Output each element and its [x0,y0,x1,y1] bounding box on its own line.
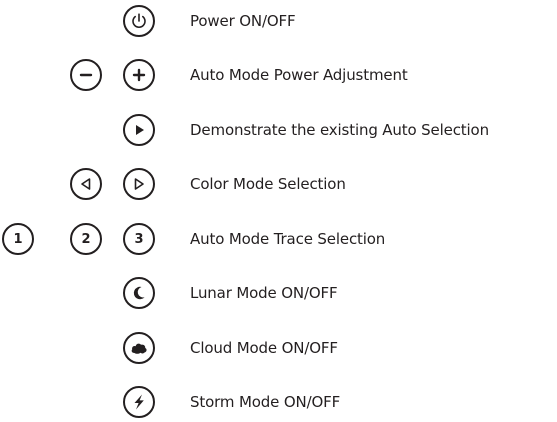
power-icon [132,13,146,28]
legend-row-color-mode: Color Mode Selection [0,164,557,204]
legend-label-trace: Auto Mode Trace Selection [190,230,386,248]
play-icon [136,125,144,135]
number-3-icon: 3 [134,231,144,247]
legend-row-cloud: Cloud Mode ON/OFF [0,328,557,368]
legend-label-color-mode: Color Mode Selection [190,175,346,193]
legend-row-auto-power: Auto Mode Power Adjustment [0,55,557,95]
lunar-mode-button[interactable] [123,277,155,309]
color-mode-next-button[interactable] [123,168,155,200]
legend-label-auto-power: Auto Mode Power Adjustment [190,66,408,84]
power-button[interactable] [123,5,155,37]
legend-row-power: Power ON/OFF [0,1,557,41]
number-1-icon: 1 [13,231,23,247]
color-mode-prev-button[interactable] [70,168,102,200]
cloud-mode-button[interactable] [123,332,155,364]
legend-row-storm: Storm Mode ON/OFF [0,382,557,422]
minus-icon [79,73,93,77]
moon-icon [133,286,145,300]
number-2-icon: 2 [81,231,91,247]
legend-label-auto-demo: Demonstrate the existing Auto Selection [190,121,489,139]
legend-row-lunar: Lunar Mode ON/OFF [0,273,557,313]
triangle-left-icon [81,178,91,190]
legend-label-lunar: Lunar Mode ON/OFF [190,284,338,302]
auto-demo-button[interactable] [123,114,155,146]
legend-label-storm: Storm Mode ON/OFF [190,393,341,411]
power-increase-button[interactable] [123,59,155,91]
lightning-icon [134,394,144,410]
trace-1-button[interactable]: 1 [2,223,34,255]
legend-label-cloud: Cloud Mode ON/OFF [190,339,338,357]
legend-row-auto-demo: Demonstrate the existing Auto Selection [0,110,557,150]
power-decrease-button[interactable] [70,59,102,91]
legend-label-power: Power ON/OFF [190,12,296,30]
cloud-icon [131,343,147,354]
legend-row-trace: 1 2 3 Auto Mode Trace Selection [0,219,557,259]
storm-mode-button[interactable] [123,386,155,418]
trace-3-button[interactable]: 3 [123,223,155,255]
plus-icon [132,68,146,82]
trace-2-button[interactable]: 2 [70,223,102,255]
triangle-right-icon [134,178,144,190]
